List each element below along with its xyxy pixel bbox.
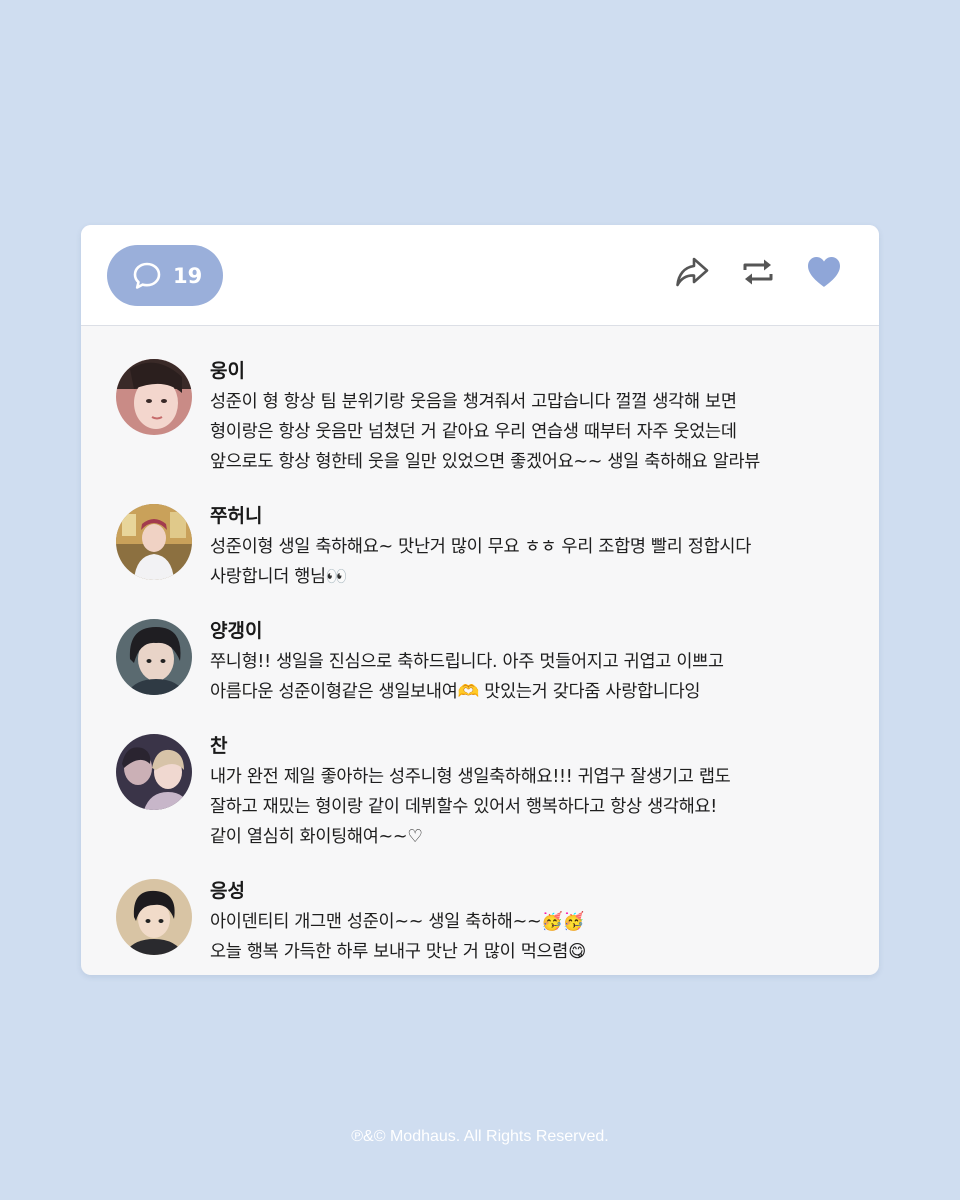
- repost-button[interactable]: [739, 255, 777, 293]
- post-actions: [673, 255, 843, 293]
- comment-item: 응성 아이덴티티 개그맨 성준이~~ 생일 축하해~~🥳🥳 오늘 행복 가득한 …: [81, 878, 879, 967]
- comment-author: 응성: [210, 880, 245, 902]
- share-button[interactable]: [673, 255, 711, 293]
- avatar[interactable]: [116, 619, 192, 695]
- repost-icon: [740, 255, 776, 293]
- comment-author: 양갱이: [210, 620, 263, 642]
- comment-text: 성준이형 생일 축하해요~ 맛난거 많이 무요 ㅎㅎ 우리 조합명 빨리 정합시…: [210, 537, 751, 587]
- heart-icon: [805, 254, 843, 294]
- comment-text: 쭈니형!! 생일을 진심으로 축하드립니다. 아주 멋들어지고 귀엽고 이쁘고 …: [210, 652, 724, 702]
- avatar[interactable]: [116, 359, 192, 435]
- comment-list: 웅이 성준이 형 항상 팀 분위기랑 웃음을 챙겨줘서 고맙습니다 껄껄 생각해…: [81, 326, 879, 967]
- post-action-bar: 19: [81, 225, 879, 326]
- comment-item: 양갱이 쭈니형!! 생일을 진심으로 축하드립니다. 아주 멋들어지고 귀엽고 …: [81, 618, 879, 707]
- speech-bubble-icon: [131, 260, 163, 292]
- share-arrow-icon: [674, 255, 710, 293]
- post-card: 19 웅이 성준이 형 항상 팀 분위기랑 웃음을 챙겨줘서 고맙습니다 껄껄 …: [81, 225, 879, 975]
- like-button[interactable]: [805, 255, 843, 293]
- copyright-notice: ℗&© Modhaus. All Rights Reserved.: [351, 1128, 609, 1145]
- avatar[interactable]: [116, 734, 192, 810]
- comment-item: 찬 내가 완전 제일 좋아하는 성주니형 생일축하해요!!! 귀엽구 잘생기고 …: [81, 733, 879, 852]
- avatar[interactable]: [116, 504, 192, 580]
- comment-author: 쭈허니: [210, 505, 263, 527]
- comment-count-button[interactable]: 19: [107, 245, 223, 306]
- comment-text: 아이덴티티 개그맨 성준이~~ 생일 축하해~~🥳🥳 오늘 행복 가득한 하루 …: [210, 912, 587, 962]
- comment-text: 내가 완전 제일 좋아하는 성주니형 생일축하해요!!! 귀엽구 잘생기고 랩도…: [210, 767, 731, 847]
- comment-item: 쭈허니 성준이형 생일 축하해요~ 맛난거 많이 무요 ㅎㅎ 우리 조합명 빨리…: [81, 503, 879, 592]
- avatar[interactable]: [116, 879, 192, 955]
- comment-item: 웅이 성준이 형 항상 팀 분위기랑 웃음을 챙겨줘서 고맙습니다 껄껄 생각해…: [81, 358, 879, 477]
- comment-author: 웅이: [210, 360, 245, 382]
- comment-author: 찬: [210, 735, 228, 757]
- comment-text: 성준이 형 항상 팀 분위기랑 웃음을 챙겨줘서 고맙습니다 껄껄 생각해 보면…: [210, 392, 761, 472]
- comment-count: 19: [173, 263, 203, 288]
